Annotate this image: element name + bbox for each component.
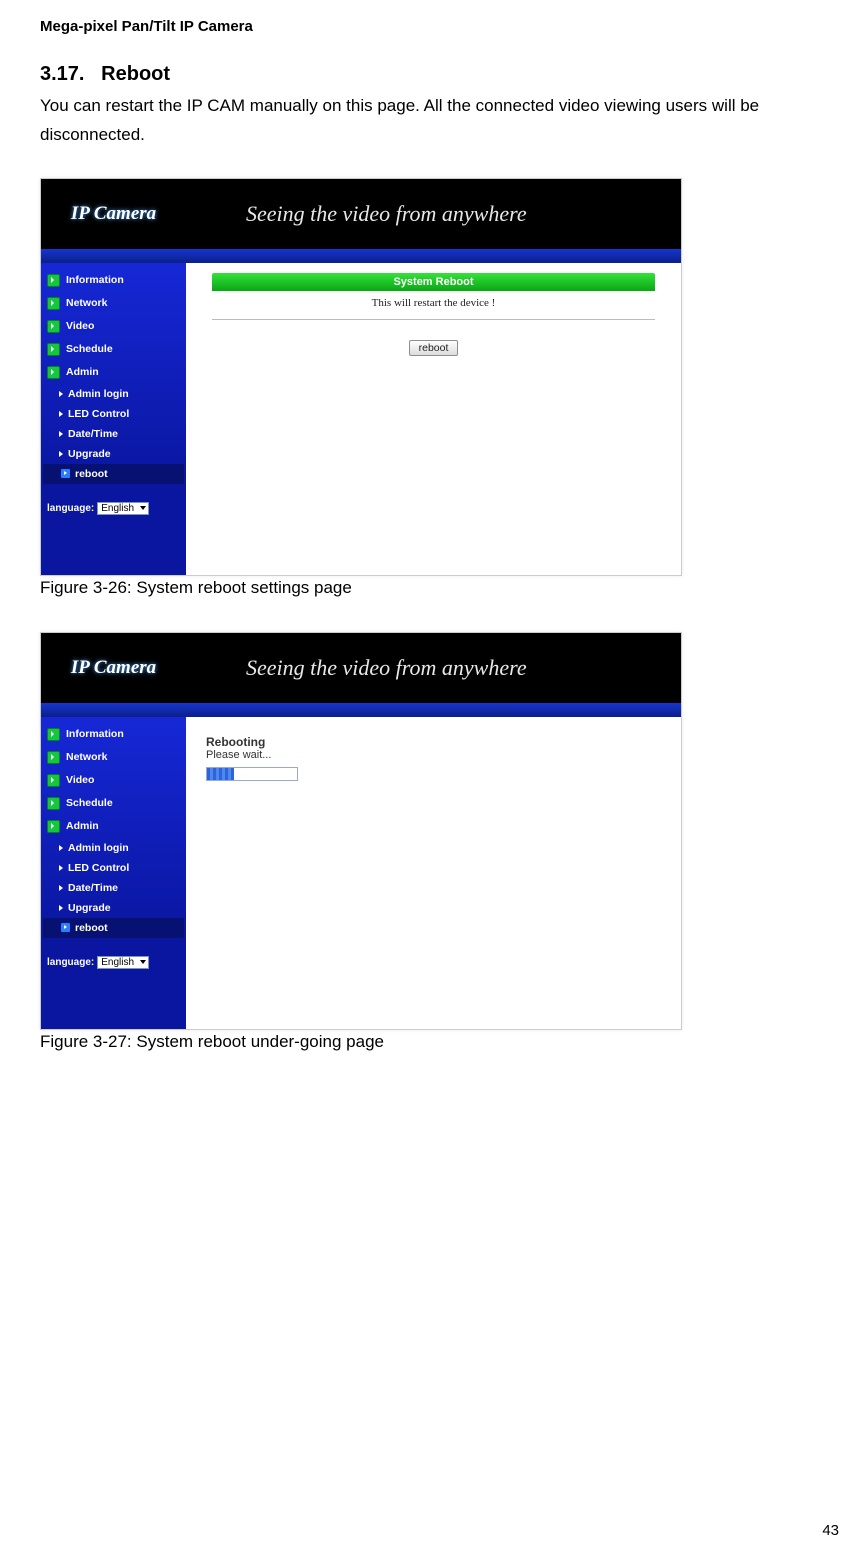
expand-icon — [47, 366, 60, 379]
rebooting-message: Please wait... — [206, 749, 681, 761]
language-label: language: — [47, 957, 94, 968]
rebooting-title: Rebooting — [206, 735, 681, 749]
sidebar-item-label: Schedule — [66, 797, 113, 809]
sidebar-item-label: Schedule — [66, 343, 113, 355]
sidebar-item-label: Information — [66, 728, 124, 740]
intro-paragraph: You can restart the IP CAM manually on t… — [40, 92, 823, 150]
sidebar-item-label: Information — [66, 274, 124, 286]
figure-3-27: IP Camera Seeing the video from anywhere… — [40, 632, 682, 1030]
sidebar-item-label: reboot — [75, 468, 108, 480]
progress-fill — [207, 768, 234, 780]
panel-title: System Reboot — [212, 273, 655, 291]
sidebar-item-admin[interactable]: Admin — [41, 815, 186, 838]
sidebar-item-information[interactable]: Information — [41, 269, 186, 292]
language-row: language: English — [41, 956, 186, 979]
progress-bar — [206, 767, 298, 781]
sidebar-item-label: Video — [66, 774, 94, 786]
sidebar-item-upgrade[interactable]: Upgrade — [41, 444, 186, 464]
section-heading: 3.17. Reboot — [40, 63, 823, 86]
content-pane: Rebooting Please wait... — [186, 717, 681, 1029]
section-title: Reboot — [101, 63, 170, 85]
sidebar: Information Network Video Schedule Admin… — [41, 717, 186, 1029]
chevron-right-icon — [59, 451, 63, 457]
banner: IP Camera Seeing the video from anywhere — [41, 179, 681, 249]
language-select[interactable]: English — [97, 956, 149, 969]
language-label: language: — [47, 503, 94, 514]
banner-strip — [41, 249, 681, 263]
expand-icon — [47, 297, 60, 310]
language-select[interactable]: English — [97, 502, 149, 515]
figure-3-26: IP Camera Seeing the video from anywhere… — [40, 178, 682, 576]
chevron-right-icon — [59, 431, 63, 437]
banner-strip — [41, 703, 681, 717]
section-number: 3.17. — [40, 63, 84, 85]
sidebar-item-label: reboot — [75, 922, 108, 934]
sidebar-item-label: Admin — [66, 820, 99, 832]
expand-icon — [47, 820, 60, 833]
sidebar-item-led-control[interactable]: LED Control — [41, 404, 186, 424]
sidebar-item-label: Network — [66, 297, 107, 309]
sidebar-item-label: LED Control — [68, 408, 129, 420]
sidebar-item-admin-login[interactable]: Admin login — [41, 384, 186, 404]
expand-icon — [47, 774, 60, 787]
sidebar-item-information[interactable]: Information — [41, 723, 186, 746]
sidebar-item-label: Upgrade — [68, 448, 111, 460]
sidebar-item-date-time[interactable]: Date/Time — [41, 424, 186, 444]
logo: IP Camera — [41, 203, 186, 225]
sidebar-item-label: Date/Time — [68, 428, 118, 440]
chevron-right-icon — [59, 885, 63, 891]
slogan: Seeing the video from anywhere — [186, 201, 555, 227]
play-icon — [61, 469, 70, 478]
sidebar-item-label: Admin login — [68, 842, 129, 854]
chevron-right-icon — [59, 411, 63, 417]
sidebar-item-admin[interactable]: Admin — [41, 361, 186, 384]
sidebar-item-label: Network — [66, 751, 107, 763]
banner: IP Camera Seeing the video from anywhere — [41, 633, 681, 703]
reboot-button[interactable]: reboot — [409, 340, 459, 356]
chevron-right-icon — [59, 845, 63, 851]
expand-icon — [47, 343, 60, 356]
figure-caption-1: Figure 3-26: System reboot settings page — [40, 578, 823, 598]
expand-icon — [47, 320, 60, 333]
sidebar-item-video[interactable]: Video — [41, 315, 186, 338]
page-number: 43 — [822, 1522, 839, 1539]
sidebar-item-upgrade[interactable]: Upgrade — [41, 898, 186, 918]
sidebar-item-label: Date/Time — [68, 882, 118, 894]
expand-icon — [47, 797, 60, 810]
sidebar: Information Network Video Schedule Admin… — [41, 263, 186, 575]
document-header: Mega-pixel Pan/Tilt IP Camera — [40, 18, 823, 35]
sidebar-item-label: Admin — [66, 366, 99, 378]
chevron-right-icon — [59, 865, 63, 871]
sidebar-item-label: LED Control — [68, 862, 129, 874]
expand-icon — [47, 751, 60, 764]
sidebar-item-network[interactable]: Network — [41, 746, 186, 769]
language-row: language: English — [41, 502, 186, 525]
sidebar-item-reboot[interactable]: reboot — [43, 464, 184, 484]
panel-message: This will restart the device ! — [212, 291, 655, 320]
sidebar-item-date-time[interactable]: Date/Time — [41, 878, 186, 898]
figure-caption-2: Figure 3-27: System reboot under-going p… — [40, 1032, 823, 1052]
sidebar-item-label: Video — [66, 320, 94, 332]
sidebar-item-reboot[interactable]: reboot — [43, 918, 184, 938]
sidebar-item-schedule[interactable]: Schedule — [41, 792, 186, 815]
expand-icon — [47, 274, 60, 287]
play-icon — [61, 923, 70, 932]
sidebar-item-video[interactable]: Video — [41, 769, 186, 792]
sidebar-item-admin-login[interactable]: Admin login — [41, 838, 186, 858]
slogan: Seeing the video from anywhere — [186, 655, 555, 681]
sidebar-item-led-control[interactable]: LED Control — [41, 858, 186, 878]
chevron-right-icon — [59, 905, 63, 911]
content-pane: System Reboot This will restart the devi… — [186, 263, 681, 575]
sidebar-item-label: Admin login — [68, 388, 129, 400]
logo: IP Camera — [41, 657, 186, 679]
sidebar-item-schedule[interactable]: Schedule — [41, 338, 186, 361]
expand-icon — [47, 728, 60, 741]
sidebar-item-label: Upgrade — [68, 902, 111, 914]
chevron-right-icon — [59, 391, 63, 397]
sidebar-item-network[interactable]: Network — [41, 292, 186, 315]
